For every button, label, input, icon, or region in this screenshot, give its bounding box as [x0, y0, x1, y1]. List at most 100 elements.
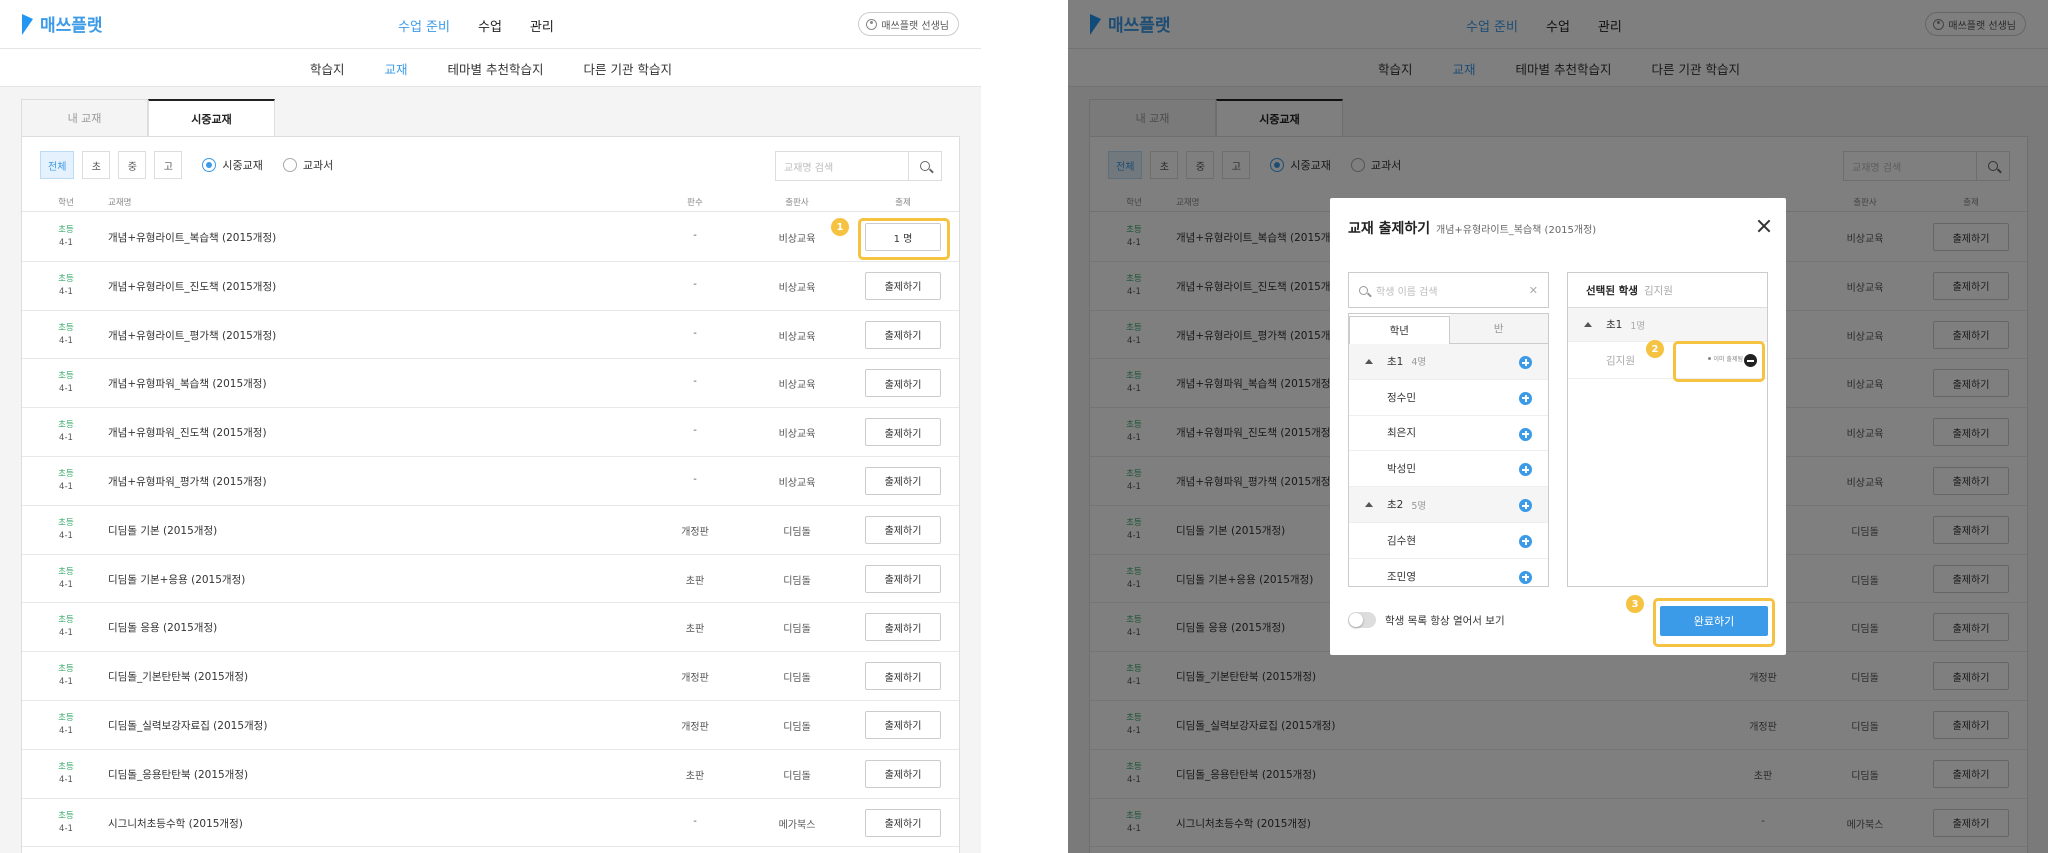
book-publisher: 디딤돌: [783, 673, 811, 685]
add-icon[interactable]: [1519, 534, 1532, 548]
logo[interactable]: 매쓰플랫: [20, 11, 103, 36]
book-list: 초등 4-1 개념+유형라이트_복습책 (2015개정) - 비상교육 1 명 초등 4-1 개…: [22, 213, 959, 848]
book-search-input[interactable]: 교재명 검색: [775, 151, 909, 181]
subnav-worksheet[interactable]: 학습지: [310, 59, 345, 78]
table-row: 초등 4-1 개념+유형라이트_진도책 (2015개정) - 비상교육 출제하기: [22, 262, 959, 311]
radio-market[interactable]: 시중교재: [202, 157, 263, 173]
caret-up-icon: [1365, 502, 1373, 508]
nav-manage[interactable]: 관리: [530, 16, 554, 35]
book-publisher: 메가북스: [778, 819, 816, 831]
student-name: 최은지: [1387, 427, 1416, 440]
clear-icon[interactable]: ✕: [1529, 284, 1538, 297]
assign-button[interactable]: 출제하기: [865, 466, 941, 495]
grade-group[interactable]: 초1 4명: [1349, 344, 1548, 380]
book-edition: 초판: [685, 770, 705, 782]
student-tabs: 학년 반: [1349, 314, 1548, 344]
filter-middle[interactable]: 중: [118, 151, 147, 179]
grade-level: 초등: [58, 468, 74, 479]
textbook-card: 내 교재 시중교재 전체 초 중 고 시중교재 교과서 교재명 검색 학년 교재…: [21, 99, 960, 853]
assign-button[interactable]: 출제하기: [865, 710, 941, 739]
toggle-switch[interactable]: [1348, 612, 1376, 628]
callout-3: 3: [1626, 595, 1644, 613]
add-icon[interactable]: [1519, 570, 1532, 584]
table-row: 초등 4-1 개념+유형파워_복습책 (2015개정) - 비상교육 출제하기: [22, 359, 959, 409]
selected-title: 선택된 학생: [1586, 284, 1638, 297]
search-icon: [920, 161, 930, 171]
student-item[interactable]: 김수현: [1349, 523, 1548, 559]
grade-term: 4-1: [59, 579, 73, 590]
filter-high[interactable]: 고: [154, 151, 183, 179]
tab-grade[interactable]: 학년: [1349, 316, 1450, 344]
book-publisher: 디딤돌: [783, 526, 811, 538]
book-publisher: 비상교육: [778, 380, 816, 392]
table-row: 초등 4-1 개념+유형라이트_복습책 (2015개정) - 비상교육 1 명: [22, 213, 959, 262]
grade-level: 초등: [58, 761, 74, 772]
assign-button[interactable]: 출제하기: [865, 808, 941, 837]
table-row: 초등 4-1 디딤돌_기본탄탄북 (2015개정) 개정판 디딤돌 출제하기: [22, 652, 959, 701]
grade-term: 4-1: [59, 725, 73, 736]
student-name: 정수민: [1387, 391, 1416, 404]
grade-level: 초등: [58, 420, 74, 431]
student-search-input[interactable]: 학생 이름 검색 ✕: [1348, 272, 1549, 308]
book-search: 교재명 검색: [775, 151, 942, 181]
subnav-theme[interactable]: 테마별 추천학습지: [448, 59, 544, 78]
student-item[interactable]: 박성민: [1349, 451, 1548, 488]
student-list-panel: 학년 반 초1 4명 정수민 최은지 박성민 초2 5명 김수현 조민영: [1348, 313, 1549, 587]
student-item[interactable]: 정수민: [1349, 380, 1548, 416]
grade-term: 4-1: [59, 677, 73, 688]
book-edition: 초판: [685, 624, 705, 636]
filter-elementary[interactable]: 초: [82, 151, 111, 179]
assign-button[interactable]: 출제하기: [865, 271, 941, 300]
assign-button[interactable]: 출제하기: [865, 515, 941, 544]
modal-subtitle: 개념+유형라이트_복습책 (2015개정): [1436, 225, 1597, 236]
assign-button[interactable]: 출제하기: [865, 613, 941, 642]
assign-button[interactable]: 출제하기: [865, 369, 941, 398]
grade-term: 4-1: [59, 481, 73, 492]
grade-cell: 초등 4-1: [47, 810, 85, 836]
tab-class[interactable]: 반: [1449, 314, 1548, 343]
add-icon[interactable]: [1519, 499, 1532, 513]
grade-cell: 초등 4-1: [47, 370, 85, 396]
selected-group[interactable]: 초1 1명: [1568, 308, 1767, 342]
grade-cell: 초등 4-1: [47, 712, 85, 738]
subnav-other[interactable]: 다른 기관 학습지: [584, 59, 672, 78]
book-edition: 초판: [685, 575, 705, 587]
profile-button[interactable]: 매쓰플랫 선생님: [858, 12, 959, 36]
subnav-textbook[interactable]: 교재: [385, 59, 408, 78]
grade-cell: 초등 4-1: [47, 273, 85, 299]
book-publisher: 디딤돌: [783, 624, 811, 636]
selected-header: 선택된 학생 김지원: [1568, 273, 1767, 308]
nav-prep[interactable]: 수업 준비: [398, 16, 450, 35]
student-name: 김지원: [1606, 354, 1635, 367]
student-item[interactable]: 최은지: [1349, 416, 1548, 452]
assign-button[interactable]: 출제하기: [865, 418, 941, 447]
add-icon[interactable]: [1519, 391, 1532, 405]
book-title: 디딤돌_기본탄탄북 (2015개정): [108, 671, 249, 684]
assign-button[interactable]: 출제하기: [865, 662, 941, 691]
nav-class[interactable]: 수업: [478, 16, 502, 35]
assign-button[interactable]: 출제하기: [865, 564, 941, 593]
add-icon[interactable]: [1519, 463, 1532, 477]
radio-school[interactable]: 교과서: [282, 157, 333, 173]
book-title: 시그니처초등수학 (2015개정): [108, 817, 243, 830]
filter-all[interactable]: 전체: [40, 151, 75, 179]
group-count: 4명: [1411, 357, 1427, 369]
assign-button[interactable]: 출제하기: [865, 759, 941, 788]
grade-group[interactable]: 초2 5명: [1349, 487, 1548, 523]
add-icon[interactable]: [1519, 356, 1532, 369]
group-count: 1명: [1630, 320, 1646, 332]
book-publisher: 디딤돌: [783, 770, 811, 782]
add-icon[interactable]: [1519, 427, 1532, 441]
caret-up-icon: [1365, 359, 1373, 364]
toggle-label: 학생 목록 항상 열어서 보기: [1385, 615, 1505, 627]
tab-market-books[interactable]: 시중교재: [148, 99, 275, 136]
grade-cell: 초등 4-1: [47, 517, 85, 543]
search-button[interactable]: [909, 151, 942, 181]
col-grade: 학년: [58, 198, 74, 208]
close-icon[interactable]: [1756, 218, 1772, 234]
book-edition: -: [693, 376, 697, 388]
assign-button[interactable]: 출제하기: [865, 320, 941, 349]
tab-my-books[interactable]: 내 교재: [21, 99, 148, 136]
book-title: 개념+유형라이트_평가책 (2015개정): [108, 329, 277, 342]
student-item[interactable]: 조민영: [1349, 559, 1548, 586]
